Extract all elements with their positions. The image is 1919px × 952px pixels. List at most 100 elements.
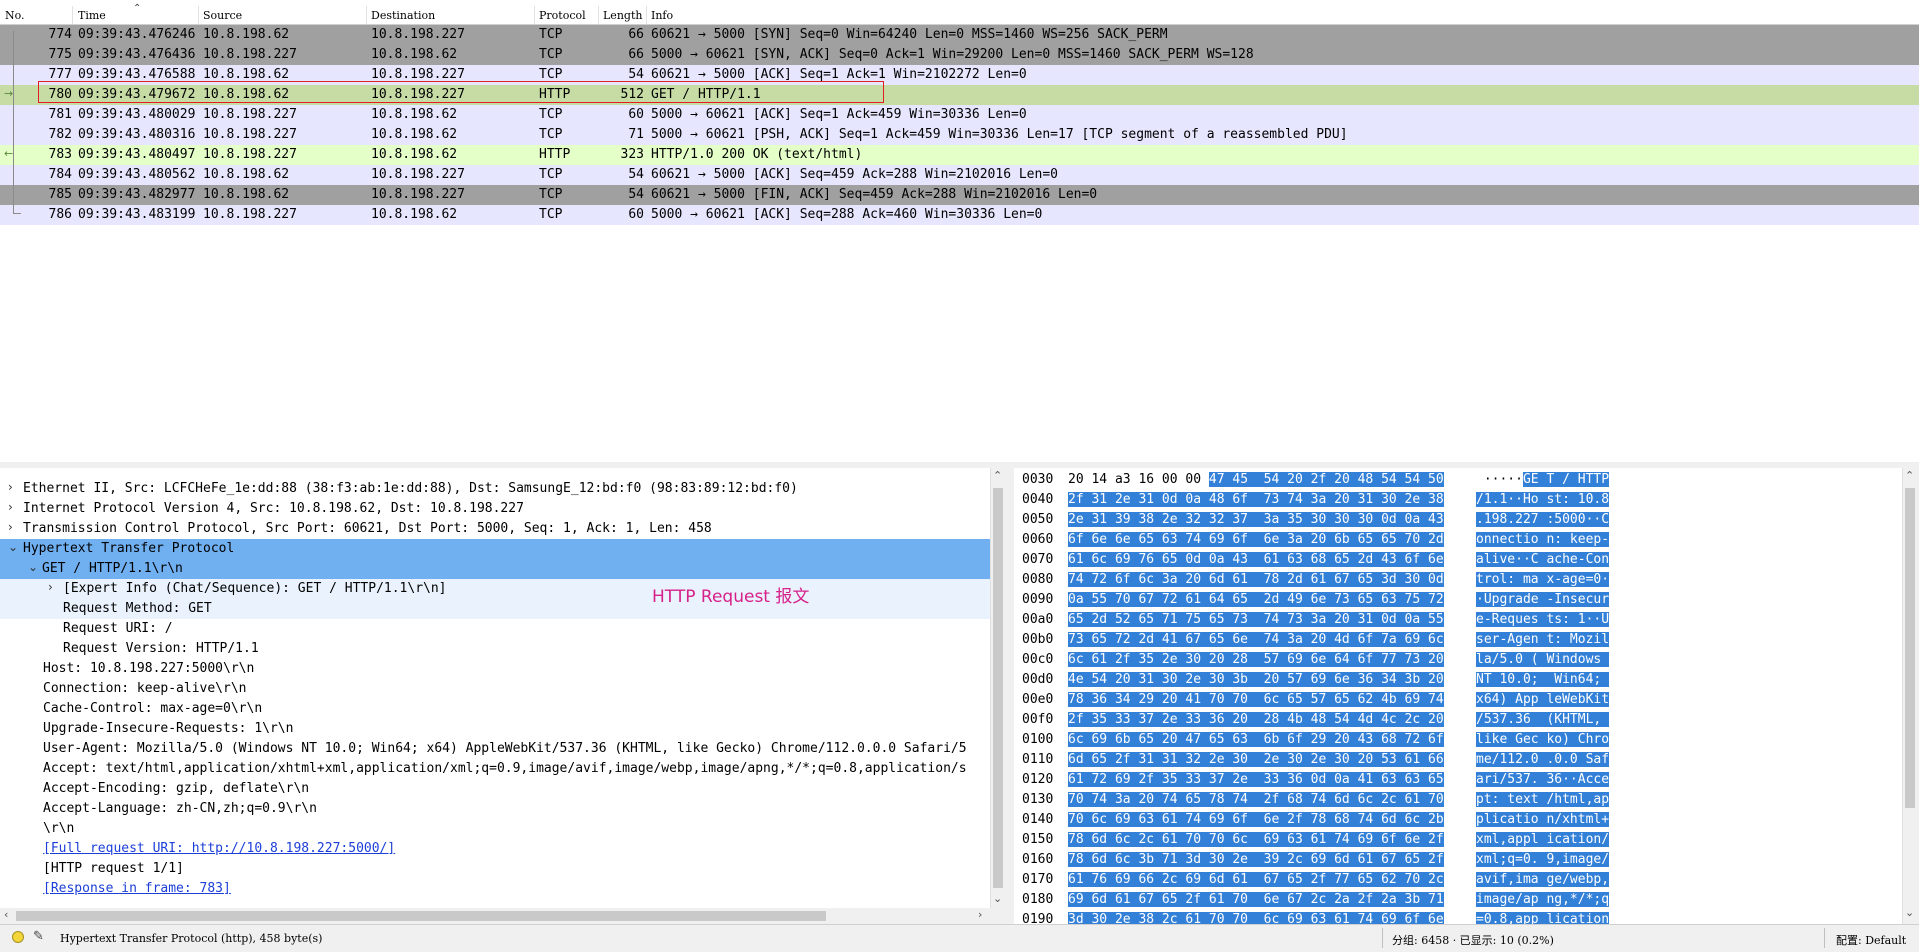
bytes-row[interactable]: 0070 61 6c 69 76 65 0d 0a 43 61 63 68 65 … — [1014, 550, 1902, 570]
bytes-row[interactable]: 0140 70 6c 69 63 61 74 69 6f 6e 2f 78 68 … — [1014, 810, 1902, 830]
bytes-row[interactable]: 0120 61 72 69 2f 35 33 37 2e 33 36 0d 0a … — [1014, 770, 1902, 790]
ascii-bytes: ·····GE T / HTTP — [1476, 470, 1628, 490]
scroll-down-icon[interactable]: ⌄ — [1905, 906, 1914, 919]
column-divider[interactable] — [72, 6, 73, 24]
bytes-row[interactable]: 00d0 4e 54 20 31 30 2e 30 3b 20 57 69 6e … — [1014, 670, 1902, 690]
scroll-left-icon[interactable]: ‹ — [4, 908, 8, 921]
hex-bytes-highlighted: 70 6c 69 63 61 74 69 6f 6e 2f 78 68 74 6… — [1068, 812, 1444, 827]
detail-tree-item[interactable]: Request Version: HTTP/1.1 — [0, 639, 990, 659]
scroll-up-icon[interactable]: ⌃ — [1905, 469, 1914, 482]
bytes-row[interactable]: 00f0 2f 35 33 37 2e 33 36 20 28 4b 48 54 … — [1014, 710, 1902, 730]
packet-details-pane[interactable]: › Ethernet II, Src: LCFCHeFe_1e:dd:88 (38… — [0, 468, 991, 908]
detail-tree-item[interactable]: › [Expert Info (Chat/Sequence): GET / HTT… — [0, 579, 990, 599]
detail-tree-item[interactable]: [Response in frame: 783] — [0, 879, 990, 899]
detail-tree-item[interactable]: User-Agent: Mozilla/5.0 (Windows NT 10.0… — [0, 739, 990, 759]
packet-row[interactable]: 786 09:39:43.483199 10.8.198.227 10.8.198.6… — [0, 205, 1919, 225]
bytes-row[interactable]: 0030 20 14 a3 16 00 00 47 45 54 20 2f 20 … — [1014, 470, 1902, 490]
bytes-row[interactable]: 00b0 73 65 72 2d 41 67 65 6e 74 3a 20 4d … — [1014, 630, 1902, 650]
bytes-row[interactable]: 0080 74 72 6f 6c 3a 20 6d 61 78 2d 61 67 … — [1014, 570, 1902, 590]
packet-row[interactable]: 785 09:39:43.482977 10.8.198.62 10.8.198.22… — [0, 185, 1919, 205]
bytes-row[interactable]: 0180 69 6d 61 67 65 2f 61 70 6e 67 2c 2a … — [1014, 890, 1902, 910]
bytes-row[interactable]: 00a0 65 2d 52 65 71 75 65 73 74 73 3a 20 … — [1014, 610, 1902, 630]
bytes-row[interactable]: 00e0 78 36 34 29 20 41 70 70 6c 65 57 65 … — [1014, 690, 1902, 710]
detail-tree-label: Accept: text/html,application/xhtml+xml,… — [43, 761, 967, 776]
detail-tree-item[interactable]: ⌄ GET / HTTP/1.1\r\n — [0, 559, 990, 579]
bytes-row[interactable]: 00c0 6c 61 2f 35 2e 30 20 28 57 69 6e 64 … — [1014, 650, 1902, 670]
bytes-row[interactable]: 0130 70 74 3a 20 74 65 78 74 2f 68 74 6d … — [1014, 790, 1902, 810]
detail-tree-item[interactable]: \r\n — [0, 819, 990, 839]
scroll-right-icon[interactable]: › — [978, 908, 982, 921]
detail-tree-label[interactable]: [Response in frame: 783] — [43, 881, 231, 896]
bytes-row[interactable]: 0110 6d 65 2f 31 31 32 2e 30 2e 30 2e 30 … — [1014, 750, 1902, 770]
details-horizontal-scroll-thumb[interactable] — [16, 911, 826, 921]
packet-list-pane[interactable]: No. Time ⌃ Source Destination Protocol L… — [0, 0, 1919, 463]
bytes-row[interactable]: 0150 78 6d 6c 2c 61 70 70 6c 69 63 61 74 … — [1014, 830, 1902, 850]
column-divider[interactable] — [646, 6, 647, 24]
scroll-up-icon[interactable]: ⌃ — [993, 469, 1002, 482]
detail-tree-item[interactable]: › Transmission Control Protocol, Src Port… — [0, 519, 990, 539]
column-divider[interactable] — [366, 6, 367, 24]
expand-arrow-icon[interactable]: › — [8, 500, 13, 514]
bytes-row[interactable]: 0170 61 76 69 66 2c 69 6d 61 67 65 2f 77 … — [1014, 870, 1902, 890]
packet-row[interactable]: 774 09:39:43.476246 10.8.198.62 10.8.198.22… — [0, 25, 1919, 45]
column-divider[interactable] — [534, 6, 535, 24]
column-header-time[interactable]: Time — [78, 9, 106, 22]
bytes-row[interactable]: 0060 6f 6e 6e 65 63 74 69 6f 6e 3a 20 6b … — [1014, 530, 1902, 550]
detail-tree-item[interactable]: Host: 10.8.198.227:5000\r\n — [0, 659, 990, 679]
detail-tree-item[interactable]: › Internet Protocol Version 4, Src: 10.8.… — [0, 499, 990, 519]
packet-row[interactable]: 784 09:39:43.480562 10.8.198.62 10.8.198.22… — [0, 165, 1919, 185]
detail-tree-item[interactable]: Request URI: / — [0, 619, 990, 639]
collapse-arrow-icon[interactable]: ⌄ — [28, 560, 38, 574]
hex-bytes: 69 6d 61 67 65 2f 61 70 6e 67 2c 2a 2f 2… — [1068, 890, 1470, 910]
expand-arrow-icon[interactable]: › — [48, 580, 53, 594]
column-divider[interactable] — [198, 6, 199, 24]
column-divider[interactable] — [598, 6, 599, 24]
column-header-destination[interactable]: Destination — [371, 9, 435, 22]
detail-tree-item[interactable]: Accept-Encoding: gzip, deflate\r\n — [0, 779, 990, 799]
hex-bytes-highlighted: 2f 35 33 37 2e 33 36 20 28 4b 48 54 4d 4… — [1068, 712, 1444, 727]
detail-tree-item[interactable]: Accept-Language: zh-CN,zh;q=0.9\r\n — [0, 799, 990, 819]
bytes-row[interactable]: 0050 2e 31 39 38 2e 32 32 37 3a 35 30 30 … — [1014, 510, 1902, 530]
pane-splitter-vertical[interactable] — [1006, 468, 1014, 924]
detail-tree-item[interactable]: Upgrade-Insecure-Requests: 1\r\n — [0, 719, 990, 739]
collapse-arrow-icon[interactable]: ⌄ — [8, 540, 18, 554]
detail-tree-item[interactable]: Cache-Control: max-age=0\r\n — [0, 699, 990, 719]
bytes-vertical-scroll-thumb[interactable] — [1905, 488, 1915, 808]
expand-arrow-icon[interactable]: › — [8, 480, 13, 494]
bytes-row[interactable]: 0040 2f 31 2e 31 0d 0a 48 6f 73 74 3a 20 … — [1014, 490, 1902, 510]
bytes-row[interactable]: 0190 3d 30 2e 38 2c 61 70 70 6c 69 63 61 … — [1014, 910, 1902, 924]
bytes-row[interactable]: 0090 0a 55 70 67 72 61 64 65 2d 49 6e 73 … — [1014, 590, 1902, 610]
detail-tree-item[interactable]: [HTTP request 1/1] — [0, 859, 990, 879]
detail-tree-item[interactable]: ⌄ Hypertext Transfer Protocol — [0, 539, 990, 559]
detail-tree-item[interactable]: [Full request URI: http://10.8.198.227:5… — [0, 839, 990, 859]
detail-tree-label: Host: 10.8.198.227:5000\r\n — [43, 661, 255, 676]
detail-tree-item[interactable]: Request Method: GET — [0, 599, 990, 619]
packet-row[interactable]: 783 09:39:43.480497 10.8.198.227 10.8.198.6… — [0, 145, 1919, 165]
column-header-protocol[interactable]: Protocol — [539, 9, 586, 22]
ascii-bytes: pt: text /html,ap — [1476, 790, 1628, 810]
status-profile[interactable]: 配置: Default — [1836, 932, 1906, 948]
packet-bytes-pane[interactable]: 0030 20 14 a3 16 00 00 47 45 54 20 2f 20 … — [1014, 468, 1902, 924]
expert-info-indicator-icon[interactable] — [12, 931, 24, 943]
column-header-no[interactable]: No. — [5, 9, 25, 22]
edit-comment-icon[interactable]: ✎ — [33, 929, 44, 944]
ascii-bytes-highlighted: avif,ima ge/webp, — [1476, 872, 1610, 887]
detail-tree-label[interactable]: [Full request URI: http://10.8.198.227:5… — [43, 841, 395, 856]
packet-source: 10.8.198.227 — [203, 107, 297, 122]
details-vertical-scroll-thumb[interactable] — [993, 488, 1003, 888]
packet-row[interactable]: 782 09:39:43.480316 10.8.198.227 10.8.198.6… — [0, 125, 1919, 145]
detail-tree-item[interactable]: Connection: keep-alive\r\n — [0, 679, 990, 699]
packet-row[interactable]: 781 09:39:43.480029 10.8.198.227 10.8.198.6… — [0, 105, 1919, 125]
bytes-row[interactable]: 0160 78 6d 6c 3b 71 3d 30 2e 39 2c 69 6d … — [1014, 850, 1902, 870]
bytes-row[interactable]: 0100 6c 69 6b 65 20 47 65 63 6b 6f 29 20 … — [1014, 730, 1902, 750]
column-header-info[interactable]: Info — [651, 9, 673, 22]
byte-offset: 0170 — [1022, 872, 1054, 887]
column-header-length[interactable]: Length — [603, 9, 642, 22]
packet-row[interactable]: 775 09:39:43.476436 10.8.198.227 10.8.198.6… — [0, 45, 1919, 65]
scroll-down-icon[interactable]: ⌄ — [993, 892, 1002, 905]
ascii-bytes-highlighted: NT 10.0; Win64; — [1476, 672, 1610, 687]
detail-tree-item[interactable]: › Ethernet II, Src: LCFCHeFe_1e:dd:88 (38… — [0, 479, 990, 499]
detail-tree-item[interactable]: Accept: text/html,application/xhtml+xml,… — [0, 759, 990, 779]
expand-arrow-icon[interactable]: › — [8, 520, 13, 534]
column-header-source[interactable]: Source — [203, 9, 242, 22]
